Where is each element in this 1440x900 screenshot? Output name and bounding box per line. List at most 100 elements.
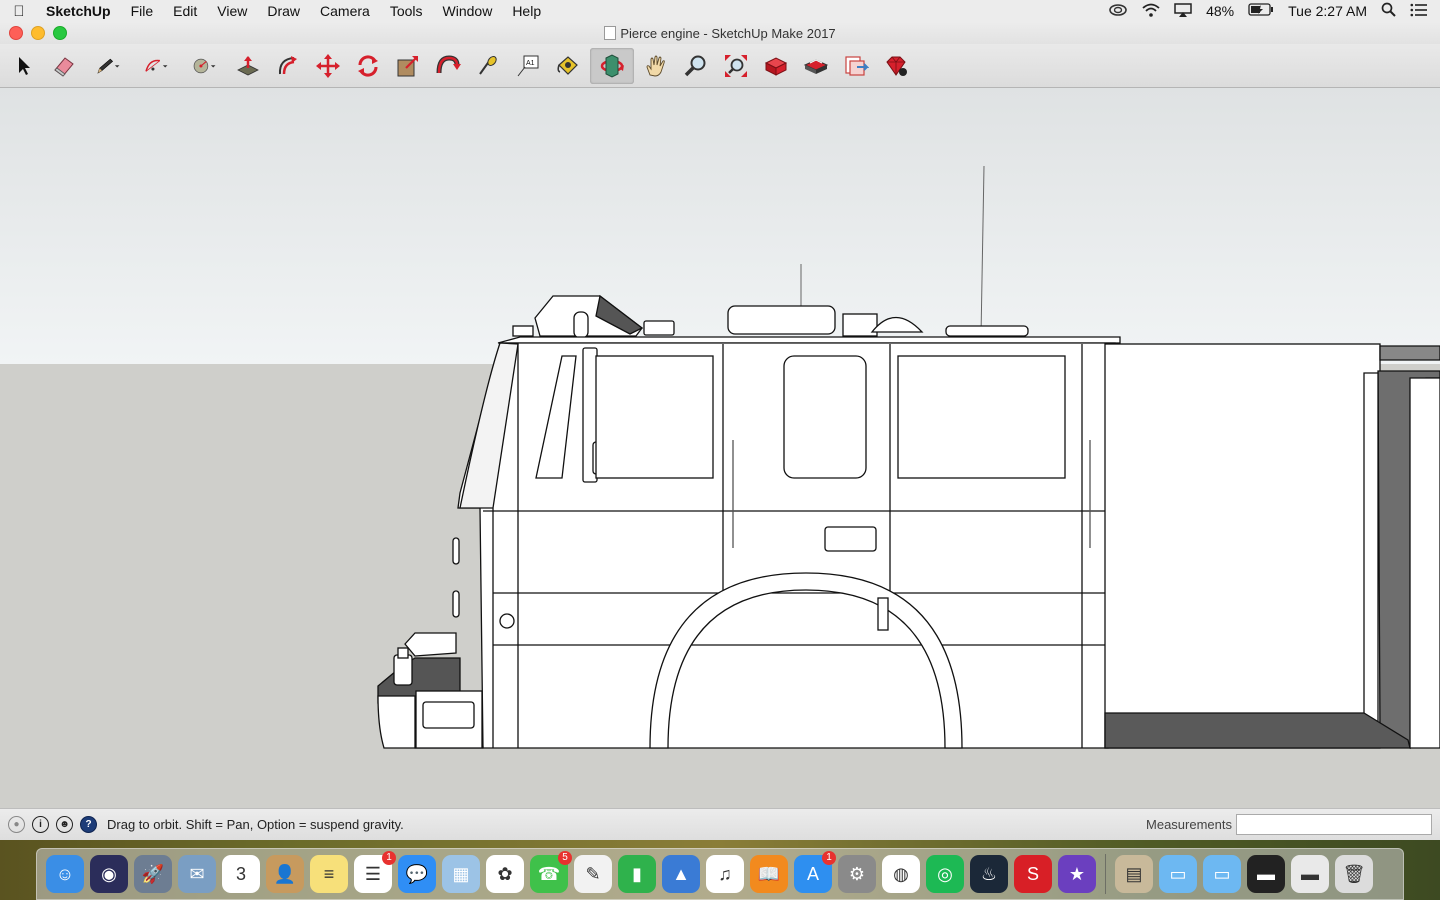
dock-itunes-icon[interactable]: ♫ [706, 855, 744, 893]
dock-siri-icon[interactable]: ◉ [90, 855, 128, 893]
dock-spotify-icon[interactable]: ◎ [926, 855, 964, 893]
push-pull-tool[interactable] [230, 48, 266, 84]
sky [0, 88, 1440, 364]
magnifier-icon [684, 55, 706, 76]
dock-calendar-icon[interactable]: 3 [222, 855, 260, 893]
help-icon[interactable]: ? [80, 816, 97, 833]
pan-tool[interactable] [638, 48, 674, 84]
extension-icon [803, 58, 829, 74]
layout-icon [845, 55, 869, 76]
fire-engine-model[interactable] [0, 88, 1440, 808]
menu-bar:  SketchUp File Edit View Draw Camera To… [0, 0, 1440, 23]
circle-icon [193, 58, 216, 73]
push-pull-icon [237, 55, 259, 75]
zoom-extents-tool[interactable] [718, 48, 754, 84]
document-icon [604, 25, 617, 40]
apple-menu-icon[interactable]:  [0, 3, 38, 20]
eraser-tool[interactable] [46, 48, 82, 84]
status-menus: 48% Tue 2:27 AM [1108, 2, 1440, 20]
dock-steam-icon[interactable]: ♨ [970, 855, 1008, 893]
dock-messages-bubble-icon[interactable]: 💬 [398, 855, 436, 893]
line-tool[interactable] [86, 48, 130, 84]
dock-documents-stack-icon[interactable]: ▤ [1115, 855, 1153, 893]
rotate-tool[interactable] [350, 48, 386, 84]
orbit-tool[interactable] [590, 47, 634, 84]
close-window-button[interactable] [9, 26, 23, 40]
dock-keynote-icon[interactable]: ▲ [662, 855, 700, 893]
shape-tool[interactable] [182, 48, 226, 84]
dock-mail-bird-icon[interactable]: ✉ [178, 855, 216, 893]
status-message: Drag to orbit. Shift = Pan, Option = sus… [107, 817, 404, 832]
follow-me-tool[interactable] [430, 48, 466, 84]
battery-icon[interactable] [1248, 3, 1274, 19]
dock-spotify-window-icon[interactable]: ▬ [1247, 855, 1285, 893]
clock[interactable]: Tue 2:27 AM [1288, 3, 1367, 19]
send-to-layout-button[interactable] [838, 48, 874, 84]
dock-reminders-icon[interactable]: ☰ 1 [354, 851, 396, 893]
extension-manager-button[interactable] [878, 48, 914, 84]
dock-trash-icon[interactable]: 🗑 [1335, 855, 1373, 893]
menu-window[interactable]: Window [433, 0, 503, 22]
menu-file[interactable]: File [121, 0, 164, 22]
dock-contacts-icon[interactable]: 👤 [266, 855, 304, 893]
airplay-icon[interactable] [1174, 2, 1192, 20]
3d-warehouse-button[interactable] [758, 48, 794, 84]
menu-help[interactable]: Help [502, 0, 551, 22]
arrow-icon [19, 56, 30, 75]
dock-finder-icon[interactable]: ☺ [46, 855, 84, 893]
offset-tool[interactable] [270, 48, 306, 84]
dock-app-store-icon[interactable]: A1 [794, 851, 836, 893]
dock-imovie-icon[interactable]: ★ [1058, 855, 1096, 893]
model-viewport[interactable] [0, 88, 1440, 808]
paint-bucket-tool[interactable] [550, 48, 586, 84]
dock-photos-icon[interactable]: ✿ [486, 855, 524, 893]
dock-folder-2-icon[interactable]: ▭ [1203, 855, 1241, 893]
menu-camera[interactable]: Camera [310, 0, 380, 22]
dock-badge: 5 [558, 851, 572, 865]
dock-ibooks-icon[interactable]: 📖 [750, 855, 788, 893]
menu-view[interactable]: View [207, 0, 257, 22]
select-tool[interactable] [6, 48, 42, 84]
toolbar: A1 [0, 44, 1440, 88]
zoom-extents-icon [725, 54, 747, 77]
dock-chrome-icon[interactable]: ◍ [882, 855, 920, 893]
dock-textedit-icon[interactable]: ✎ [574, 855, 612, 893]
credits-icon[interactable]: i [32, 816, 49, 833]
orbit-icon [600, 53, 624, 78]
menu-draw[interactable]: Draw [257, 0, 310, 22]
measurements-input[interactable] [1236, 814, 1432, 835]
dock-system-preferences-icon[interactable]: ⚙ [838, 855, 876, 893]
scale-tool[interactable] [390, 48, 426, 84]
dock-numbers-icon[interactable]: ▮ [618, 855, 656, 893]
dock-preview-icon[interactable]: ▦ [442, 855, 480, 893]
battery-percent[interactable]: 48% [1206, 3, 1234, 19]
text-tool[interactable]: A1 [510, 48, 546, 84]
dock-chrome-window-icon[interactable]: ▬ [1291, 855, 1329, 893]
dock-launchpad-icon[interactable]: 🚀 [134, 855, 172, 893]
tape-measure-tool[interactable] [470, 48, 506, 84]
app-menu[interactable]: SketchUp [38, 0, 121, 22]
dock-folder-1-icon[interactable]: ▭ [1159, 855, 1197, 893]
geo-location-icon[interactable]: ● [8, 816, 25, 833]
arc-tool[interactable] [134, 48, 178, 84]
eraser-icon [54, 56, 74, 77]
warehouse-icon [764, 56, 788, 76]
window-title-bar[interactable]: Pierce engine - SketchUp Make 2017 [0, 22, 1440, 44]
dock-sketchup-icon[interactable]: S [1014, 855, 1052, 893]
user-account-icon[interactable]: ☻ [56, 816, 73, 833]
zoom-tool[interactable] [678, 48, 714, 84]
notification-center-icon[interactable] [1410, 3, 1428, 20]
creative-cloud-icon[interactable] [1108, 3, 1128, 20]
wifi-icon[interactable] [1142, 3, 1160, 20]
follow-me-icon [436, 54, 461, 73]
menu-edit[interactable]: Edit [163, 0, 207, 22]
move-tool[interactable] [310, 48, 346, 84]
dock-notes-icon[interactable]: ≡ [310, 855, 348, 893]
minimize-window-button[interactable] [31, 26, 45, 40]
dock-facetime-icon[interactable]: ☎ 5 [530, 851, 572, 893]
spotlight-icon[interactable] [1381, 2, 1396, 20]
menu-tools[interactable]: Tools [380, 0, 433, 22]
window-title: Pierce engine - SketchUp Make 2017 [0, 25, 1440, 41]
extension-warehouse-button[interactable] [798, 48, 834, 84]
fullscreen-window-button[interactable] [53, 26, 67, 40]
